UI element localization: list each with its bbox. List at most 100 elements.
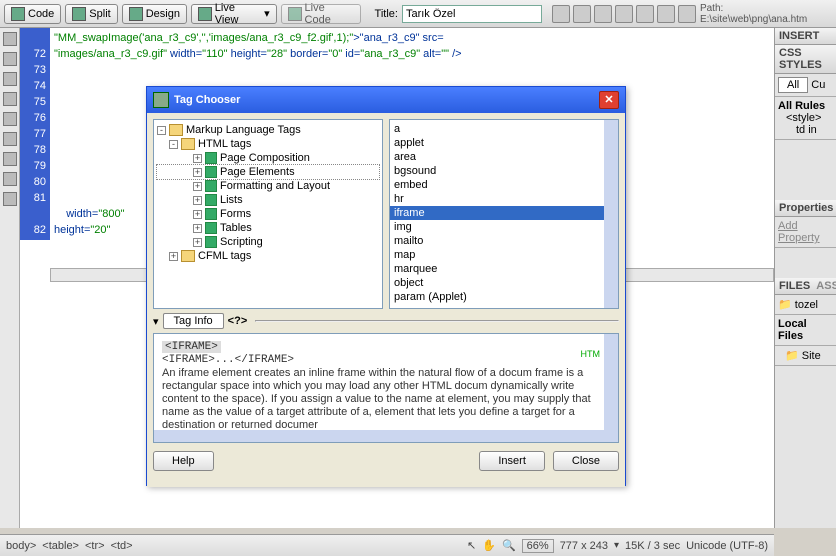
gutter-icon[interactable]	[3, 52, 17, 66]
site-dropdown[interactable]: 📁 tozel	[778, 299, 818, 311]
css-current-button[interactable]: Cu	[811, 79, 825, 91]
assets-tab[interactable]: ASS	[816, 280, 836, 292]
insert-panel-head[interactable]: INSERT	[775, 28, 836, 45]
title-input[interactable]	[402, 5, 542, 23]
tag-info-tab[interactable]: Tag Info	[163, 313, 224, 329]
list-item[interactable]: img	[390, 220, 618, 234]
book-icon	[205, 236, 217, 248]
gutter-icon[interactable]	[3, 112, 17, 126]
close-icon[interactable]: ✕	[599, 91, 619, 109]
list-item[interactable]: a	[390, 122, 618, 136]
list-item[interactable]: bgsound	[390, 164, 618, 178]
td-rule[interactable]: td in	[778, 124, 833, 136]
right-panel-group: INSERT CSS STYLES All Cu All Rules <styl…	[774, 28, 836, 528]
hand-icon[interactable]: ✋	[482, 539, 496, 552]
expand-icon[interactable]: +	[193, 182, 202, 191]
gutter-icon[interactable]	[3, 132, 17, 146]
toolbar-icon-1[interactable]	[552, 5, 570, 23]
tree-item[interactable]: +Tables	[157, 221, 379, 235]
list-item[interactable]: marquee	[390, 262, 618, 276]
files-tab[interactable]: FILES	[779, 280, 810, 292]
folder-icon	[169, 124, 183, 136]
tree-item[interactable]: +Formatting and Layout	[157, 179, 379, 193]
list-item[interactable]: embed	[390, 178, 618, 192]
expand-icon[interactable]: +	[169, 252, 178, 261]
gutter-icon[interactable]	[3, 152, 17, 166]
toolbar-icon-5[interactable]	[636, 5, 654, 23]
close-button[interactable]: Close	[553, 451, 619, 471]
split-icon	[72, 7, 86, 21]
toolbar-icon-6[interactable]	[657, 5, 675, 23]
help-button[interactable]: Help	[153, 451, 214, 471]
gutter-icon[interactable]	[3, 172, 17, 186]
breadcrumb[interactable]: <tr>	[85, 540, 105, 552]
insert-button[interactable]: Insert	[479, 451, 545, 471]
tree-item[interactable]: + Lists	[157, 193, 379, 207]
toolbar-icon-4[interactable]	[615, 5, 633, 23]
help-icon[interactable]: <?>	[228, 315, 248, 327]
desc-syntax: <IFRAME>...</IFRAME>	[162, 354, 598, 367]
site-root[interactable]: 📁 Site	[785, 350, 821, 362]
gutter-icon[interactable]	[3, 92, 17, 106]
tree-item[interactable]: +Forms	[157, 207, 379, 221]
list-item[interactable]: mailto	[390, 234, 618, 248]
toolbar-icon-7[interactable]	[678, 5, 696, 23]
tag-list[interactable]: aappletareabgsoundembedhriframeimgmailto…	[389, 119, 619, 309]
tree-item[interactable]: +Page Composition	[157, 151, 379, 165]
gutter-icon[interactable]	[3, 192, 17, 206]
list-item[interactable]: area	[390, 150, 618, 164]
expand-icon[interactable]: +	[193, 210, 202, 219]
chevron-down-icon[interactable]: ▾	[153, 315, 159, 328]
vertical-scrollbar[interactable]	[604, 120, 618, 308]
split-label: Split	[89, 8, 110, 20]
expand-icon[interactable]: +	[193, 196, 202, 205]
dialog-titlebar[interactable]: Tag Chooser ✕	[147, 87, 625, 113]
expand-icon[interactable]: +	[193, 168, 202, 177]
live-code-button[interactable]: Live Code	[281, 4, 361, 24]
tree-item[interactable]: +Page Elements	[157, 165, 379, 179]
css-panel-head[interactable]: CSS STYLES	[775, 45, 836, 74]
tree-label: CFML tags	[198, 250, 251, 262]
tree-item[interactable]: -HTML tags	[157, 137, 379, 151]
live-view-button[interactable]: Live View▾	[191, 4, 277, 24]
toolbar-icon-2[interactable]	[573, 5, 591, 23]
breadcrumb[interactable]: body>	[6, 540, 36, 552]
tag-category-tree[interactable]: -Markup Language Tags-HTML tags+Page Com…	[153, 119, 383, 309]
properties-panel-head[interactable]: Properties	[775, 200, 836, 217]
expand-icon[interactable]: +	[193, 224, 202, 233]
list-item[interactable]: iframe	[390, 206, 618, 220]
list-item[interactable]: map	[390, 248, 618, 262]
list-item[interactable]: param (Applet)	[390, 290, 618, 304]
tree-item[interactable]: + CFML tags	[157, 249, 379, 263]
expand-icon[interactable]: +	[193, 238, 202, 247]
expand-icon[interactable]: -	[169, 140, 178, 149]
zoom-level[interactable]: 66%	[522, 539, 554, 553]
list-item[interactable]: applet	[390, 136, 618, 150]
list-item[interactable]: hr	[390, 192, 618, 206]
gutter-icon[interactable]	[3, 32, 17, 46]
tag-description: <IFRAME> <IFRAME>...</IFRAME> HTM An ifr…	[153, 333, 619, 443]
list-item[interactable]: object	[390, 276, 618, 290]
css-all-button[interactable]: All	[778, 77, 808, 93]
expand-icon[interactable]: -	[157, 126, 166, 135]
vertical-scrollbar[interactable]	[604, 334, 618, 442]
split-view-button[interactable]: Split	[65, 4, 117, 24]
style-rule[interactable]: <style>	[778, 112, 833, 124]
tree-item[interactable]: +Scripting	[157, 235, 379, 249]
toolbar-icon-3[interactable]	[594, 5, 612, 23]
code-view-button[interactable]: Code	[4, 4, 61, 24]
horizontal-scrollbar[interactable]	[154, 430, 604, 442]
htm-badge: HTM	[581, 348, 601, 361]
tree-item[interactable]: -Markup Language Tags	[157, 123, 379, 137]
breadcrumb[interactable]: <td>	[111, 540, 133, 552]
zoom-icon[interactable]: 🔍	[502, 539, 516, 552]
breadcrumb[interactable]: <table>	[42, 540, 79, 552]
add-property-link[interactable]: Add Property	[778, 220, 820, 244]
chevron-down-icon: ▾	[264, 7, 270, 20]
expand-icon[interactable]: +	[193, 154, 202, 163]
tree-label: Lists	[220, 194, 243, 206]
design-view-button[interactable]: Design	[122, 4, 187, 24]
status-bar: body> <table> <tr> <td> ↖ ✋ 🔍 66% 777 x …	[0, 534, 774, 556]
pointer-icon[interactable]: ↖	[467, 539, 476, 552]
gutter-icon[interactable]	[3, 72, 17, 86]
